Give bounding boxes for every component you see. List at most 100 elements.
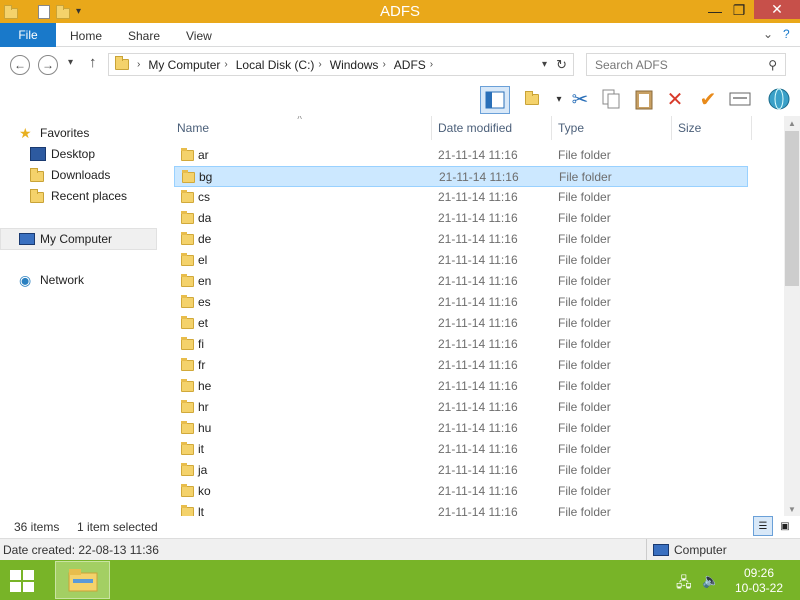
back-button[interactable]: ← — [10, 55, 30, 75]
table-row[interactable]: it 21-11-14 11:16 File folder — [174, 439, 748, 460]
tab-file[interactable]: File — [0, 23, 56, 47]
file-type: File folder — [558, 484, 611, 498]
table-row[interactable]: es 21-11-14 11:16 File folder — [174, 292, 748, 313]
forward-button[interactable]: → — [38, 55, 58, 75]
network-status-icon[interactable]: 🖧 — [676, 572, 692, 596]
column-date-modified[interactable]: Date modified — [438, 116, 512, 140]
delete-icon[interactable]: ✕ — [662, 86, 688, 112]
chevron-right-icon[interactable]: › — [224, 59, 227, 70]
tab-share[interactable]: Share — [128, 29, 160, 43]
folder-icon — [181, 148, 194, 161]
table-row[interactable]: bg 21-11-14 11:16 File folder — [174, 166, 748, 187]
breadcrumb-local-disk[interactable]: Local Disk (C:) — [236, 58, 315, 72]
volume-muted-icon[interactable]: 🔈 — [702, 572, 719, 589]
clock-time: 09:26 — [743, 566, 775, 580]
start-button[interactable] — [10, 570, 36, 592]
paste-icon[interactable] — [631, 86, 657, 112]
nav-network[interactable]: ◉ Network — [19, 270, 84, 290]
help-icon[interactable]: ? — [783, 27, 790, 41]
table-row[interactable]: lt 21-11-14 11:16 File folder — [174, 502, 748, 516]
file-explorer-icon — [68, 569, 97, 592]
table-row[interactable]: ar 21-11-14 11:16 File folder — [174, 145, 748, 166]
tab-home[interactable]: Home — [70, 29, 102, 43]
file-date: 21-11-14 11:16 — [438, 316, 518, 330]
nav-downloads[interactable]: Downloads — [30, 165, 110, 185]
table-row[interactable]: ko 21-11-14 11:16 File folder — [174, 481, 748, 502]
file-date: 21-11-14 11:16 — [439, 170, 519, 184]
nav-desktop[interactable]: Desktop — [30, 144, 95, 164]
nav-my-computer[interactable]: My Computer — [19, 229, 112, 249]
address-history-icon[interactable]: ▾ — [542, 59, 547, 70]
file-name: en — [198, 274, 212, 288]
file-type: File folder — [558, 253, 611, 267]
move-to-icon[interactable] — [519, 86, 545, 112]
file-name: ja — [198, 463, 208, 477]
large-icons-view-icon[interactable]: ▣ — [775, 516, 795, 536]
search-icon[interactable]: ⚲ — [768, 58, 777, 72]
layout-pane-icon[interactable] — [480, 86, 510, 114]
column-size[interactable]: Size — [678, 116, 701, 140]
table-row[interactable]: fi 21-11-14 11:16 File folder — [174, 334, 748, 355]
search-input[interactable]: Search ADFS ⚲ — [586, 53, 786, 76]
scroll-down-icon[interactable]: ▼ — [784, 502, 800, 516]
table-row[interactable]: ja 21-11-14 11:16 File folder — [174, 460, 748, 481]
expand-ribbon-icon[interactable]: ⌄ — [763, 27, 773, 41]
vertical-scrollbar[interactable]: ▲ ▼ — [784, 116, 800, 516]
scrollbar-thumb[interactable] — [785, 131, 799, 286]
chevron-right-icon[interactable]: › — [137, 59, 140, 70]
copy-icon[interactable] — [598, 86, 624, 112]
chevron-right-icon[interactable]: › — [318, 59, 321, 70]
file-date: 21-11-14 11:16 — [438, 274, 518, 288]
table-row[interactable]: da 21-11-14 11:16 File folder — [174, 208, 748, 229]
properties-icon[interactable] — [727, 86, 753, 112]
folder-icon — [181, 484, 194, 497]
chevron-right-icon[interactable]: › — [382, 59, 385, 70]
desktop-icon — [30, 147, 46, 161]
address-bar[interactable]: › My Computer › Local Disk (C:) › Window… — [108, 53, 574, 76]
taskbar-file-explorer[interactable] — [55, 561, 110, 599]
table-row[interactable]: hu 21-11-14 11:16 File folder — [174, 418, 748, 439]
scroll-up-icon[interactable]: ▲ — [784, 116, 800, 130]
table-row[interactable]: et 21-11-14 11:16 File folder — [174, 313, 748, 334]
table-row[interactable]: he 21-11-14 11:16 File folder — [174, 376, 748, 397]
details-view-icon[interactable]: ☰ — [753, 516, 773, 536]
title-bar: ▾ ADFS — ❐ ✕ — [0, 0, 800, 23]
status-bar: 36 items 1 item selected ☰ ▣ — [0, 516, 800, 538]
breadcrumb-adfs[interactable]: ADFS — [394, 58, 426, 72]
table-row[interactable]: de 21-11-14 11:16 File folder — [174, 229, 748, 250]
column-name[interactable]: Name — [177, 116, 209, 140]
ribbon-tabs: File Home Share View ⌄ ? — [0, 23, 800, 47]
folder-icon — [181, 232, 194, 245]
file-type: File folder — [558, 442, 611, 456]
web-icon[interactable] — [766, 86, 792, 112]
computer-icon — [653, 544, 669, 556]
column-type[interactable]: Type — [558, 116, 584, 140]
nav-recent-places[interactable]: Recent places — [30, 186, 127, 206]
file-type: File folder — [558, 337, 611, 351]
date-created: Date created: 22-08-13 11:36 — [3, 543, 159, 557]
chevron-right-icon[interactable]: › — [430, 59, 433, 70]
file-name: he — [198, 379, 212, 393]
table-row[interactable]: el 21-11-14 11:16 File folder — [174, 250, 748, 271]
network-icon: ◉ — [19, 272, 32, 288]
up-button[interactable]: ↑ — [89, 54, 97, 71]
cut-icon[interactable]: ✂ — [567, 86, 593, 112]
system-clock[interactable]: 09:26 10-03-22 — [724, 566, 794, 596]
close-button[interactable]: ✕ — [754, 0, 800, 19]
tab-view[interactable]: View — [186, 29, 212, 43]
nav-favorites[interactable]: ★ Favorites — [19, 123, 89, 143]
breadcrumb-windows[interactable]: Windows — [330, 58, 379, 72]
rename-icon[interactable]: ✔ — [695, 86, 721, 112]
breadcrumb-my-computer[interactable]: My Computer — [148, 58, 220, 72]
navigation-bar: ← → ▾ ↑ › My Computer › Local Disk (C:) … — [0, 47, 800, 83]
table-row[interactable]: fr 21-11-14 11:16 File folder — [174, 355, 748, 376]
maximize-button[interactable]: ❐ — [724, 0, 754, 21]
selection-count: 1 item selected — [77, 520, 158, 534]
table-row[interactable]: en 21-11-14 11:16 File folder — [174, 271, 748, 292]
table-row[interactable]: cs 21-11-14 11:16 File folder — [174, 187, 748, 208]
file-type: File folder — [558, 400, 611, 414]
recent-locations-icon[interactable]: ▾ — [68, 57, 73, 68]
table-row[interactable]: hr 21-11-14 11:16 File folder — [174, 397, 748, 418]
location-label: Computer — [674, 543, 727, 557]
refresh-button[interactable]: ↻ — [556, 57, 567, 73]
